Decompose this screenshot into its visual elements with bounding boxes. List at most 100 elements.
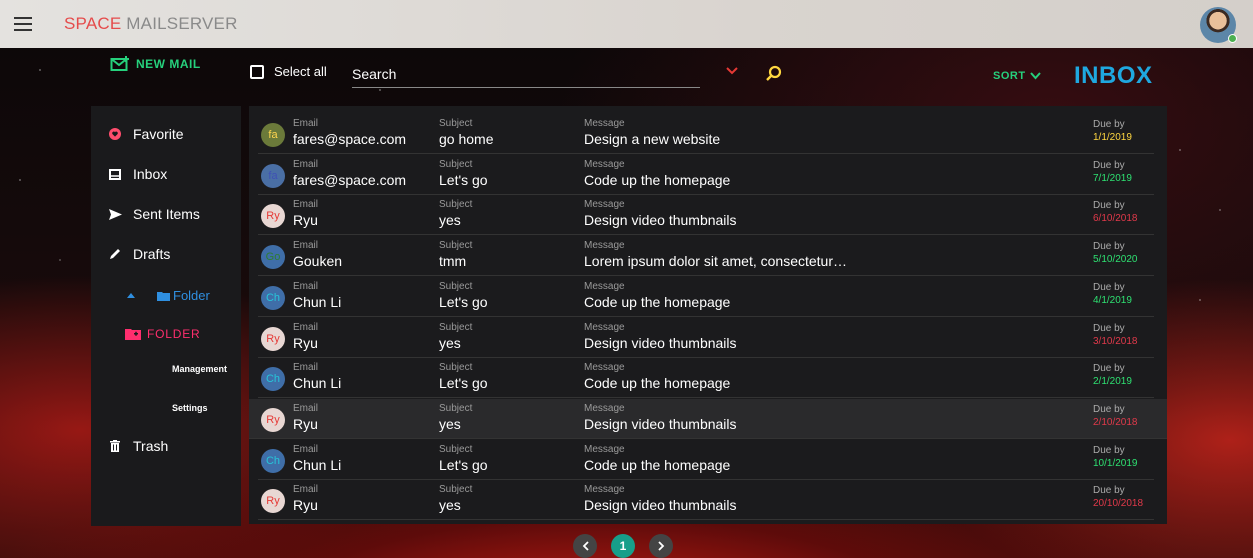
email-cell: Email Chun Li [293, 362, 341, 392]
mail-row-content: Ch Email Chun Li Subject Let's go Message Code… [258, 277, 1154, 317]
search-field [352, 62, 700, 88]
sidebar-item-settings[interactable]: Settings [172, 403, 208, 413]
caret-up-icon [127, 293, 135, 298]
subject-value: tmm [439, 253, 467, 270]
subject-cell: Subject yes [439, 199, 472, 229]
message-value: Code up the homepage [584, 375, 731, 392]
due-cell: Due by 7/1/2019 [1093, 160, 1132, 185]
pagination: 1 [573, 534, 673, 558]
subject-cell: Subject Let's go [439, 444, 488, 474]
mail-row[interactable]: Ch Email Chun Li Subject Let's go Message Code… [258, 277, 1154, 317]
email-value: fares@space.com [293, 131, 407, 147]
message-label: Message [584, 158, 625, 170]
sidebar-item-label: Sent Items [133, 206, 200, 222]
mail-row[interactable]: Ry Email Ryu Subject yes Message Design video … [258, 195, 1154, 236]
due-cell: Due by 5/10/2020 [1093, 241, 1138, 266]
sender-avatar: Ch [261, 285, 285, 310]
sidebar-item-folder[interactable]: Folder [127, 288, 210, 303]
mail-row[interactable]: fa Email fares@space.com Subject go home Mess… [258, 114, 1154, 154]
pencil-icon [107, 246, 123, 262]
message-value: Code up the homepage [584, 456, 731, 473]
email-cell: Email Ryu [293, 403, 318, 433]
email-cell: Email Ryu [293, 322, 318, 352]
subject-cell: Subject go home [439, 118, 493, 148]
subject-label: Subject [439, 240, 473, 252]
subject-value: Let's go [439, 293, 488, 310]
search-icon[interactable] [765, 65, 783, 83]
subject-label: Subject [439, 402, 473, 414]
new-mail-label: NEW MAIL [136, 57, 201, 71]
subject-label: Subject [439, 362, 473, 374]
app-title: SPACE MAILSERVER [64, 14, 238, 34]
sidebar-item-drafts[interactable]: Drafts [107, 246, 170, 262]
app-bar: SPACE MAILSERVER [0, 0, 1253, 48]
mail-row[interactable]: Ry Email Ryu Subject yes Message Design video … [249, 398, 1167, 439]
mail-row[interactable]: Ch Email Chun Li Subject Let's go Message Code… [258, 440, 1154, 480]
sort-button[interactable]: SORT [993, 70, 1041, 82]
message-label: Message [584, 443, 625, 455]
sidebar-item-folder-upper[interactable]: FOLDER [125, 327, 200, 341]
email-cell: Email Ryu [293, 484, 318, 514]
sender-avatar: Ch [261, 367, 285, 392]
mail-row-content: Ry Email Ryu Subject yes Message Design video … [258, 318, 1154, 358]
email-cell: Email Gouken [293, 240, 342, 270]
sender-avatar: Ch [261, 448, 285, 473]
due-value: 5/10/2020 [1093, 254, 1138, 266]
message-label: Message [584, 240, 625, 252]
menu-icon[interactable] [14, 17, 32, 31]
subject-label: Subject [439, 199, 473, 211]
prev-page-button[interactable] [573, 534, 597, 558]
sidebar-item-inbox[interactable]: Inbox [107, 166, 167, 182]
due-cell: Due by 2/1/2019 [1093, 363, 1132, 388]
due-cell: Due by 20/10/2018 [1093, 485, 1143, 510]
mail-row[interactable]: fa Email fares@space.com Subject Let's go Mes… [258, 155, 1154, 195]
subject-label: Subject [439, 484, 473, 496]
sidebar-item-sent[interactable]: Sent Items [107, 206, 200, 222]
due-label: Due by [1093, 403, 1125, 415]
new-mail-button[interactable]: NEW MAIL [110, 56, 201, 72]
sidebar-item-label: Inbox [133, 166, 168, 182]
next-page-button[interactable] [649, 534, 673, 558]
message-label: Message [584, 199, 625, 211]
mail-row[interactable]: Ry Email Ryu Subject yes Message Design video … [258, 318, 1154, 358]
subject-value: go home [439, 131, 494, 147]
subject-cell: Subject yes [439, 322, 472, 352]
select-all-checkbox[interactable] [250, 64, 264, 79]
sidebar-item-trash[interactable]: Trash [107, 438, 168, 454]
due-cell: Due by 6/10/2018 [1093, 200, 1138, 225]
due-label: Due by [1093, 119, 1125, 130]
email-cell: Email fares@space.com [293, 159, 406, 189]
email-value: Chun Li [293, 293, 342, 310]
page-button-current[interactable]: 1 [611, 534, 635, 558]
sidebar-item-favorite[interactable]: Favorite [107, 126, 184, 142]
subject-value: yes [439, 415, 461, 432]
message-cell: Message Code up the homepage [584, 444, 730, 474]
select-all[interactable]: Select all [250, 64, 327, 79]
email-label: Email [293, 240, 319, 252]
mail-row[interactable]: Ry Email Ryu Subject yes Message Design video … [258, 480, 1154, 521]
message-value: Design video thumbnails [584, 212, 737, 229]
sender-avatar: Ry [261, 489, 285, 514]
chevron-down-icon [1029, 72, 1041, 80]
due-value: 6/10/2018 [1093, 213, 1138, 225]
message-label: Message [584, 402, 625, 414]
subject-value: yes [439, 334, 461, 351]
message-value: Design video thumbnails [584, 497, 737, 514]
search-input[interactable] [352, 62, 700, 86]
app-title-mailserver: MAILSERVER [121, 14, 238, 33]
sender-avatar: fa [261, 163, 285, 188]
due-label: Due by [1093, 200, 1125, 212]
favorite-icon [107, 126, 123, 142]
email-value: fares@space.com [293, 171, 407, 188]
email-label: Email [293, 402, 319, 414]
mail-row[interactable]: Go Email Gouken Subject tmm Message Lorem ipsu… [258, 236, 1154, 277]
email-cell: Email Chun Li [293, 444, 341, 474]
message-value: Design a new website [584, 131, 721, 147]
mail-row[interactable]: Ch Email Chun Li Subject Let's go Message Code… [258, 358, 1154, 399]
email-cell: Email Ryu [293, 199, 318, 229]
due-value: 2/1/2019 [1093, 376, 1132, 388]
new-mail-icon [110, 56, 129, 71]
sidebar-item-management[interactable]: Management [172, 364, 227, 374]
message-value: Code up the homepage [584, 293, 731, 310]
chevron-down-icon[interactable] [726, 67, 738, 75]
